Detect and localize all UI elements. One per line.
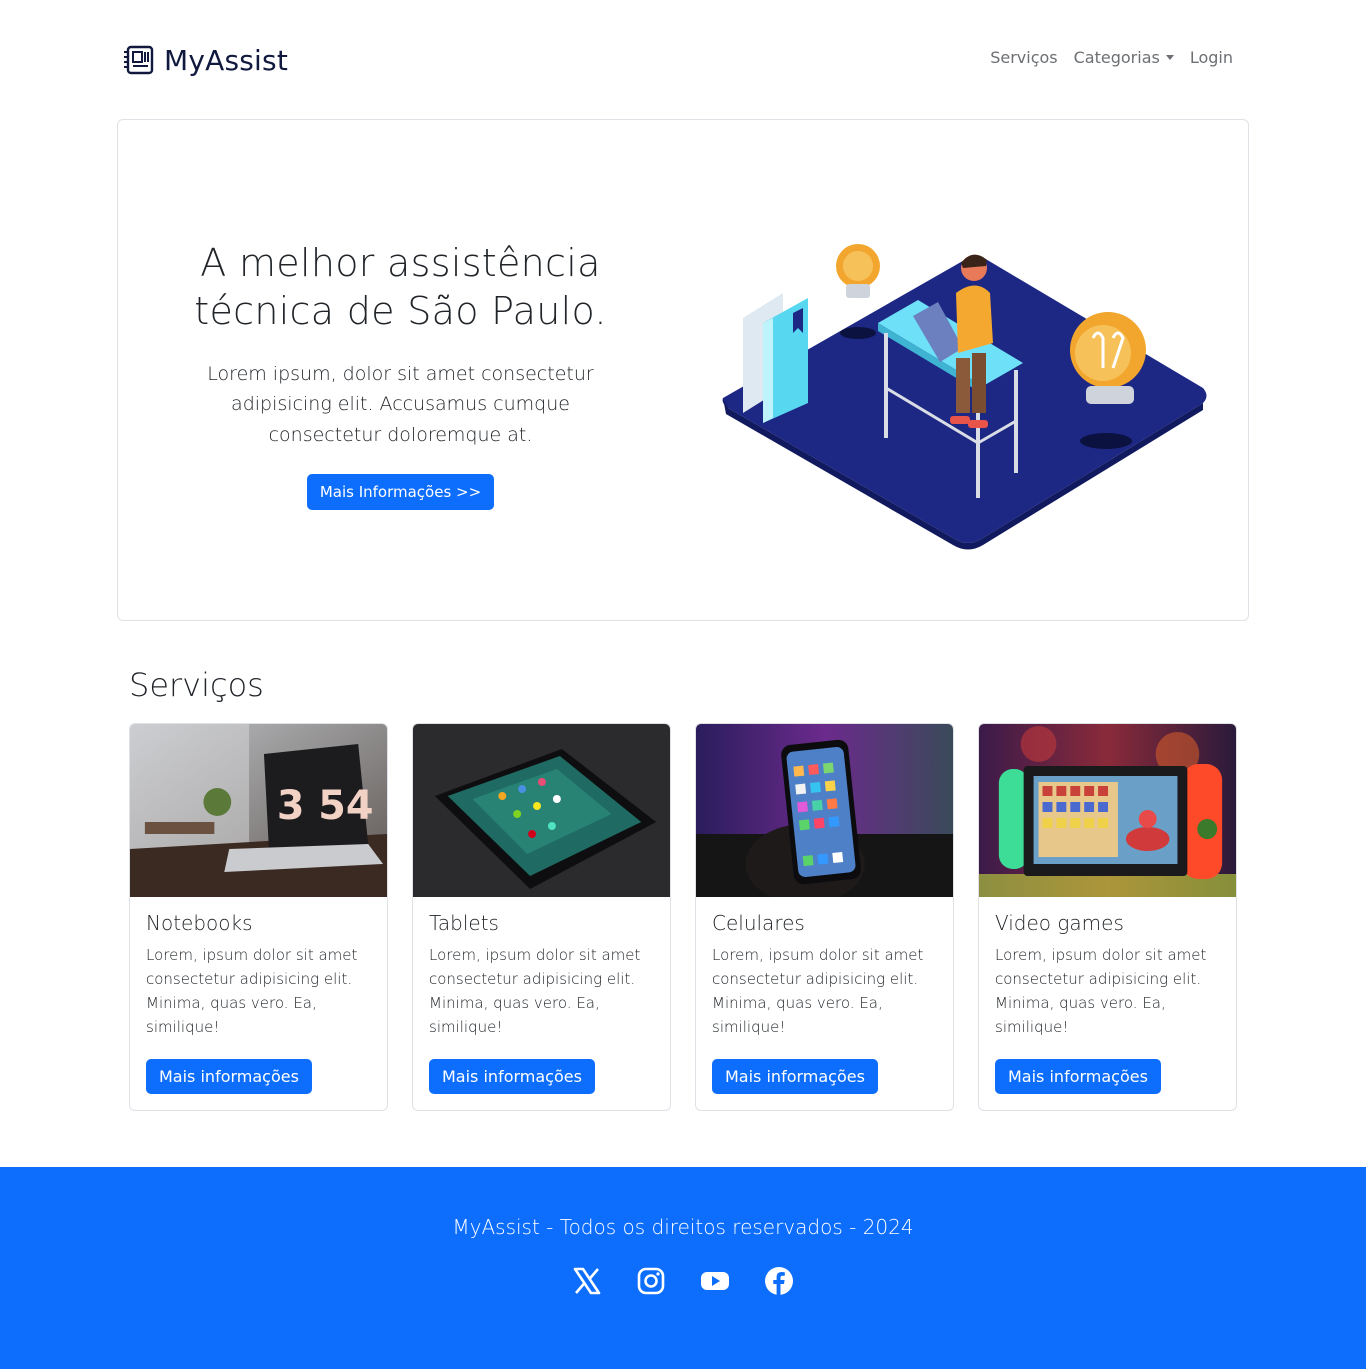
- footer-copyright: MyAssist - Todos os direitos reservados …: [452, 1215, 914, 1239]
- instagram-icon[interactable]: [636, 1266, 666, 1296]
- card-title: Tablets: [429, 911, 499, 935]
- hero-card: A melhor assistência técnica de São Paul…: [117, 119, 1249, 621]
- brand-name: MyAssist: [164, 43, 289, 77]
- footer: MyAssist - Todos os direitos reservados …: [0, 1167, 1366, 1369]
- celulares-more-info-button[interactable]: Mais informações: [712, 1059, 878, 1094]
- card-text: Lorem, ipsum dolor sit amet consectetur …: [146, 946, 358, 1036]
- youtube-icon[interactable]: [700, 1266, 730, 1296]
- tablets-more-info-button[interactable]: Mais informações: [429, 1059, 595, 1094]
- card-body: Video games Lorem, ipsum dolor sit amet …: [979, 897, 1236, 1039]
- hero-title: A melhor assistência técnica de São Paul…: [194, 241, 607, 333]
- service-card-video-games: Video games Lorem, ipsum dolor sit amet …: [978, 723, 1237, 1111]
- facebook-icon[interactable]: [764, 1266, 794, 1296]
- card-title: Notebooks: [146, 911, 253, 935]
- smartphone-photo: [696, 724, 953, 897]
- hero-text: A melhor assistência técnica de São Paul…: [148, 240, 653, 511]
- brand-link[interactable]: MyAssist: [124, 40, 288, 80]
- nav-item-categorias[interactable]: Categorias: [1074, 48, 1174, 67]
- nav-item-servicos[interactable]: Serviços: [990, 48, 1057, 67]
- card-body: Tablets Lorem, ipsum dolor sit amet cons…: [413, 897, 670, 1039]
- chevron-down-icon: [1165, 55, 1174, 60]
- hero-more-info-button[interactable]: Mais Informações >>: [306, 474, 495, 511]
- navbar: MyAssist Serviços Categorias Login: [0, 0, 1366, 120]
- nav-item-categorias-label: Categorias: [1073, 48, 1160, 67]
- nav-links: Serviços Categorias Login: [990, 48, 1233, 67]
- card-text: Lorem, ipsum dolor sit amet consectetur …: [429, 946, 641, 1036]
- social-links: [0, 1266, 1366, 1296]
- notebook-photo: 3 54: [130, 724, 387, 897]
- tablet-photo: [413, 724, 670, 897]
- motherboard-icon: [124, 45, 154, 75]
- services-title: Serviços: [129, 666, 264, 704]
- service-card-notebooks: 3 54 Notebooks Lorem, ipsum dolor sit am…: [129, 723, 388, 1111]
- card-body: Notebooks Lorem, ipsum dolor sit amet co…: [130, 897, 387, 1039]
- card-title: Video games: [995, 911, 1124, 935]
- laptop-clock-text: 3 54: [277, 783, 374, 829]
- notebooks-more-info-button[interactable]: Mais informações: [146, 1059, 312, 1094]
- card-body: Celulares Lorem, ipsum dolor sit amet co…: [696, 897, 953, 1039]
- service-card-celulares: Celulares Lorem, ipsum dolor sit amet co…: [695, 723, 954, 1111]
- services-cards: 3 54 Notebooks Lorem, ipsum dolor sit am…: [129, 723, 1237, 1111]
- service-card-tablets: Tablets Lorem, ipsum dolor sit amet cons…: [412, 723, 671, 1111]
- x-icon[interactable]: [572, 1266, 602, 1296]
- card-title: Celulares: [712, 911, 805, 935]
- nav-item-login[interactable]: Login: [1190, 48, 1233, 67]
- game-console-photo: [979, 724, 1236, 897]
- hero-illustration: [722, 244, 1207, 550]
- hero-lead: Lorem ipsum, dolor sit amet consectetur …: [207, 363, 594, 446]
- card-text: Lorem, ipsum dolor sit amet consectetur …: [712, 946, 924, 1036]
- video-games-more-info-button[interactable]: Mais informações: [995, 1059, 1161, 1094]
- card-text: Lorem, ipsum dolor sit amet consectetur …: [995, 946, 1207, 1036]
